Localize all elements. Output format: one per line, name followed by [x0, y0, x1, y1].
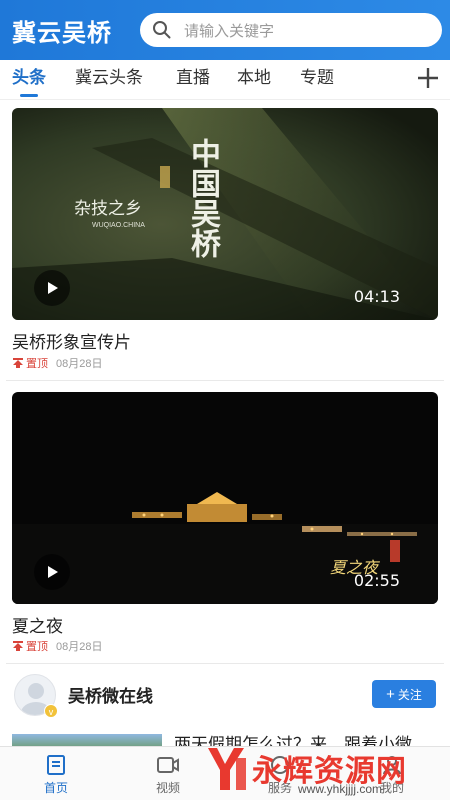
video-duration: 04:13	[353, 287, 400, 306]
watermark-logo-icon	[208, 748, 246, 790]
search-placeholder: 请输入关键字	[184, 22, 275, 40]
channel-name[interactable]: 吴桥微在线	[68, 682, 153, 707]
video-date: 08月28日	[56, 358, 103, 370]
tab-live[interactable]: 直播	[176, 60, 210, 100]
nav-home-label: 首页	[43, 780, 68, 795]
search-input[interactable]: 请输入关键字	[140, 13, 442, 47]
video-date: 08月28日	[56, 641, 103, 653]
follow-label: 关注	[397, 687, 422, 702]
video-title[interactable]: 吴桥形象宣传片	[12, 328, 131, 353]
pinned-label: 置顶	[26, 641, 48, 653]
promo-english-overlay: WUQIAO.CHINA	[92, 222, 145, 229]
video-thumbnail[interactable]: 中国吴桥 杂技之乡 WUQIAO.CHINA 04:13	[12, 108, 438, 320]
tab-special[interactable]: 专题	[300, 60, 334, 100]
tab-toutiao[interactable]: 头条	[12, 60, 46, 100]
watermark: 永辉资源网 www.yhkjjjj.com	[200, 742, 448, 798]
video-icon	[157, 756, 179, 773]
nav-home[interactable]: 首页	[0, 747, 112, 800]
video-duration: 02:55	[353, 571, 400, 590]
plus-icon: +	[386, 685, 395, 703]
divider	[6, 663, 444, 664]
app-title: 冀云吴桥	[12, 19, 112, 47]
pin-icon	[13, 641, 23, 651]
video-meta: 置顶 08月28日	[12, 355, 102, 371]
verified-badge: v	[44, 704, 58, 718]
video-meta: 置顶 08月28日	[12, 638, 102, 654]
play-button[interactable]	[34, 554, 70, 590]
video-title[interactable]: 夏之夜	[12, 612, 63, 637]
app-header: 冀云吴桥 请输入关键字	[0, 0, 450, 60]
video-thumbnail[interactable]: 夏之夜 02:55	[12, 392, 438, 604]
pin-icon	[13, 358, 23, 368]
watermark-url: www.yhkjjjj.com	[298, 782, 383, 796]
tab-local[interactable]: 本地	[237, 60, 271, 100]
home-book-icon	[47, 754, 65, 775]
play-button[interactable]	[34, 270, 70, 306]
add-channel-icon[interactable]	[414, 64, 442, 92]
promo-title-overlay: 中国吴桥	[185, 138, 220, 258]
promo-subtitle-overlay: 杂技之乡	[74, 199, 142, 219]
pinned-badge: 置顶	[12, 638, 48, 654]
category-tabs: 头条 冀云头条 直播 本地 专题	[0, 60, 450, 100]
channel-row[interactable]: v 吴桥微在线 + 关注	[0, 668, 450, 720]
follow-button[interactable]: + 关注	[372, 680, 436, 708]
pinned-label: 置顶	[26, 358, 48, 370]
divider	[6, 380, 444, 381]
search-icon	[153, 21, 171, 39]
tab-jiyun-toutiao[interactable]: 冀云头条	[75, 60, 143, 100]
play-icon	[48, 282, 58, 294]
play-icon	[48, 566, 58, 578]
pinned-badge: 置顶	[12, 355, 48, 371]
nav-video-label: 视频	[155, 780, 180, 795]
